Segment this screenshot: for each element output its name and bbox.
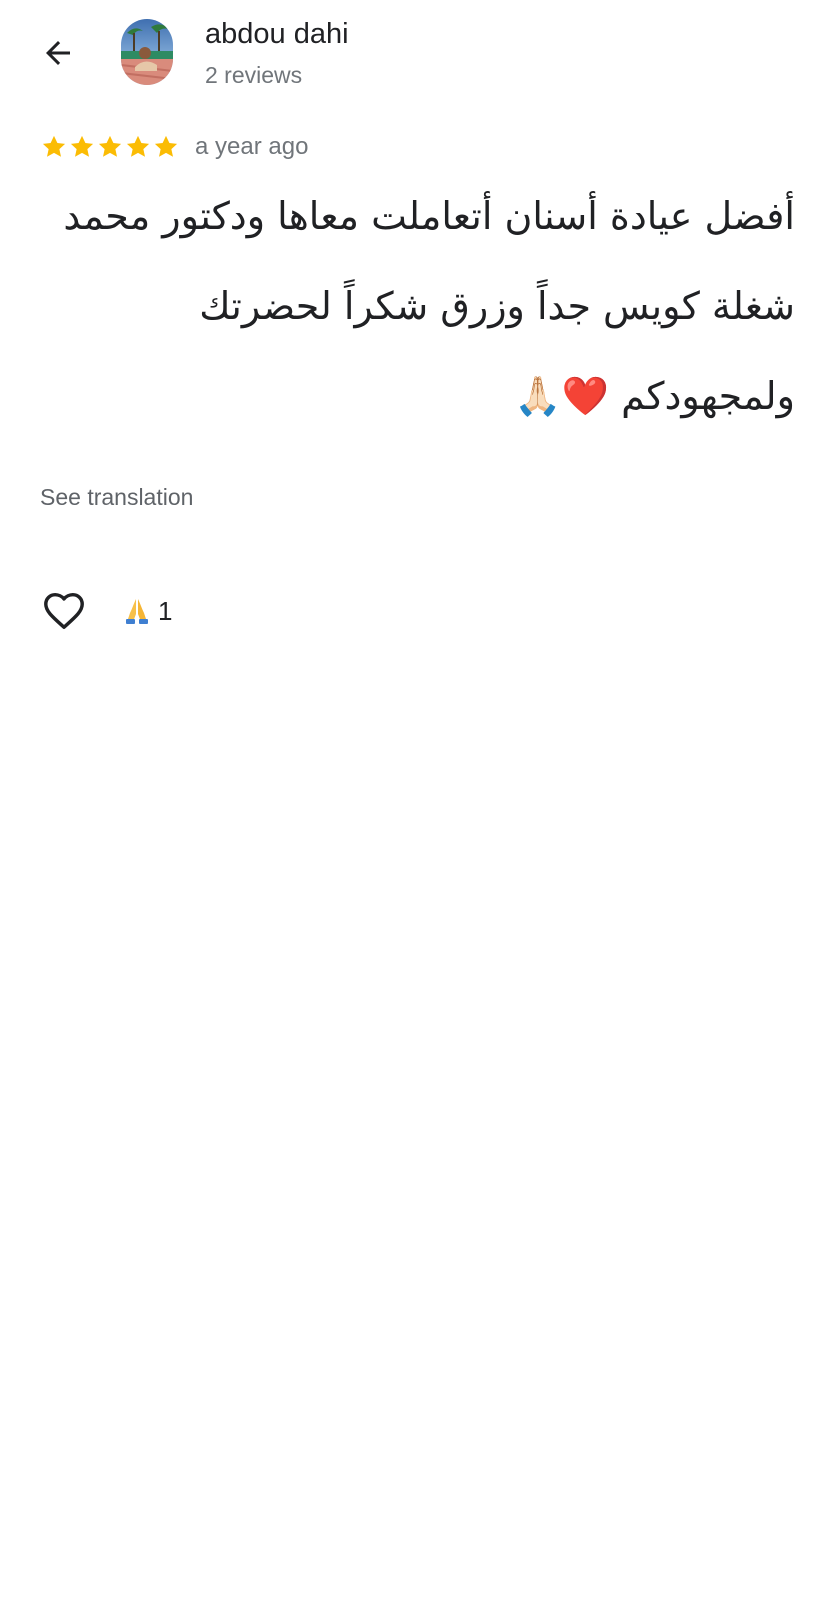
star-icon <box>98 135 122 157</box>
star-icon <box>126 135 150 157</box>
like-button[interactable] <box>38 586 90 636</box>
arrow-left-icon <box>46 41 70 65</box>
rating-row: a year ago <box>40 130 308 164</box>
reaction-count: 1 <box>158 596 173 626</box>
avatar[interactable] <box>121 19 173 85</box>
see-translation-link[interactable]: See translation <box>40 482 193 512</box>
author-review-count: 2 reviews <box>205 62 303 88</box>
star-icon <box>42 135 66 157</box>
star-icon <box>154 135 178 157</box>
heart-outline-icon <box>44 592 84 630</box>
folded-hands-icon <box>126 599 148 624</box>
review-timestamp: a year ago <box>195 133 309 160</box>
back-button[interactable] <box>30 28 86 78</box>
star-rating <box>40 133 180 161</box>
reaction-chip[interactable]: 1 <box>124 595 172 627</box>
avatar-photo <box>121 19 173 85</box>
review-text: أفضل عيادة أسنان أتعاملت معاها ودكتور مح… <box>63 194 795 418</box>
author-name[interactable]: abdou dahi <box>205 16 349 52</box>
star-icon <box>70 135 94 157</box>
